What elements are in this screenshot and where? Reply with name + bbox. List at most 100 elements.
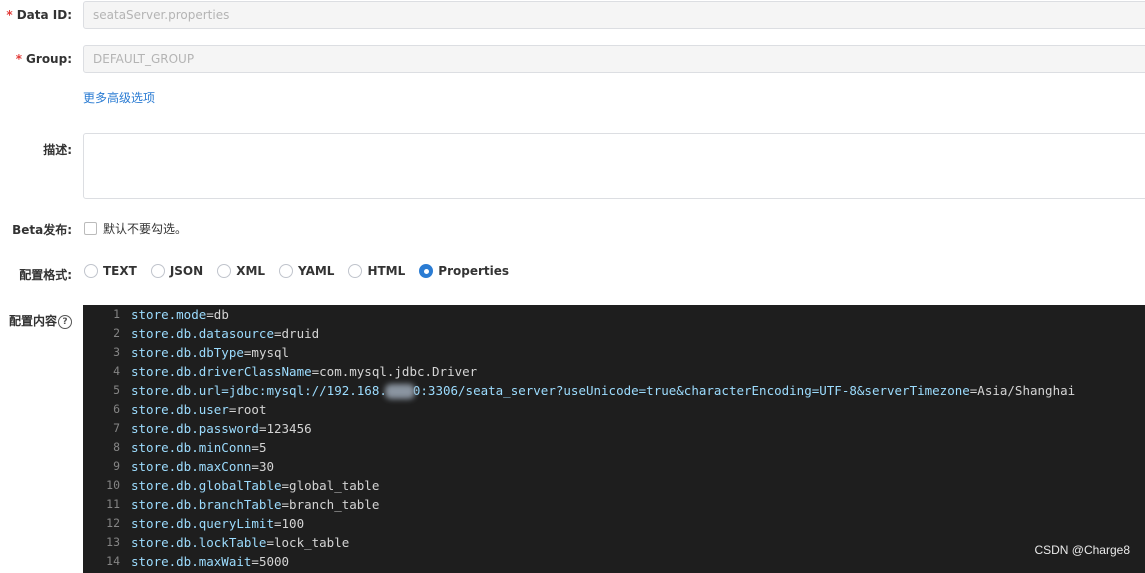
format-label: 配置格式: (19, 268, 72, 282)
radio-label: XML (236, 264, 266, 278)
beta-checkbox[interactable] (84, 222, 97, 235)
property-value: =30 (251, 459, 274, 474)
radio-button[interactable] (84, 264, 98, 278)
property-value: =100 (274, 516, 305, 531)
line-number: 11 (106, 497, 120, 511)
property-value: =5 (251, 440, 267, 455)
code-line: 7 store.db.password=123456 (83, 419, 1145, 438)
property-value: =lock_table (266, 535, 350, 550)
property-value: =mysql (243, 345, 290, 360)
line-number: 4 (113, 364, 120, 378)
code-line: 6 store.db.user=root (83, 400, 1145, 419)
line-number: 3 (113, 345, 120, 359)
code-editor[interactable]: 1 store.mode=db 2 store.db.datasource=druid… (83, 305, 1145, 573)
code-text: store.db.branchTable=branch_table (131, 495, 379, 514)
code-text: store.db.url=jdbc:mysql://192.168. 0:3306… (131, 381, 1075, 400)
radio-button[interactable] (279, 264, 294, 278)
property-value: =global_table (281, 478, 380, 493)
line-number: 8 (113, 440, 120, 454)
property-value: =db (206, 307, 229, 322)
property-value: =com.mysql.jdbc.Driver (311, 364, 478, 379)
line-number: 10 (106, 478, 120, 492)
radio-button[interactable] (217, 264, 232, 278)
code-text: store.db.driverClassName=com.mysql.jdbc.… (131, 362, 477, 381)
radio-label: JSON (169, 264, 204, 278)
property-value: =5000 (251, 554, 290, 569)
property-key: store.db.globalTable (131, 478, 282, 493)
line-number: 14 (106, 554, 120, 568)
data-id-label: * Data ID: (6, 8, 72, 22)
property-key: store.db.password (131, 421, 259, 436)
format-option-yaml[interactable]: YAML (279, 264, 334, 278)
beta-checkbox-row[interactable]: 默认不要勾选。 (84, 220, 187, 237)
code-text: store.db.globalTable=global_table (131, 476, 379, 495)
line-number: 5 (113, 383, 120, 397)
property-key-tail: 0:3306/seata_server?useUnicode=true&char… (412, 383, 970, 398)
code-text: store.db.minConn=5 (131, 438, 266, 457)
property-key: store.db.minConn (131, 440, 252, 455)
property-key: store.db.dbType (131, 345, 244, 360)
data-id-input[interactable]: seataServer.properties (83, 1, 1145, 29)
code-line: 11 store.db.branchTable=branch_table (83, 495, 1145, 514)
code-text: store.db.maxConn=30 (131, 457, 274, 476)
property-key: store.db.user (131, 402, 229, 417)
radio-label: TEXT (103, 264, 137, 278)
line-number: 6 (113, 402, 120, 416)
format-option-text[interactable]: TEXT (84, 264, 137, 278)
redacted-blur (384, 384, 415, 399)
property-value: =123456 (258, 421, 312, 436)
beta-checkbox-text: 默认不要勾选。 (103, 222, 188, 236)
property-key: store.db.driverClassName (131, 364, 312, 379)
code-line: 9 store.db.maxConn=30 (83, 457, 1145, 476)
property-key: store.db.url=jdbc:mysql://192.168. (131, 383, 387, 398)
code-text: store.db.dbType=mysql (131, 343, 289, 362)
format-option-json[interactable]: JSON (150, 264, 204, 278)
radio-button[interactable] (348, 264, 363, 278)
format-option-properties[interactable]: Properties (419, 264, 509, 278)
format-option-html[interactable]: HTML (348, 264, 405, 278)
content-label: 配置内容? (0, 312, 72, 329)
required-marker: * (15, 52, 23, 66)
property-value: =druid (274, 326, 320, 341)
property-value: =Asia/Shanghai (969, 383, 1076, 398)
property-key: store.db.branchTable (131, 497, 282, 512)
property-key: store.mode (131, 307, 207, 322)
code-line: 14 store.db.maxWait=5000 (83, 552, 1145, 571)
code-text: store.db.queryLimit=100 (131, 514, 304, 533)
code-text: store.db.user=root (131, 400, 266, 419)
code-line: 5 store.db.url=jdbc:mysql://192.168. 0:330… (83, 381, 1145, 400)
code-lines: 1 store.mode=db 2 store.db.datasource=druid… (83, 305, 1145, 571)
code-line: 8 store.db.minConn=5 (83, 438, 1145, 457)
line-number: 2 (113, 326, 120, 340)
radio-label: YAML (298, 264, 335, 278)
code-text: store.mode=db (131, 305, 229, 324)
more-advanced-options-link[interactable]: 更多高级选项 (83, 89, 155, 106)
code-text: store.db.lockTable=lock_table (131, 533, 349, 552)
radio-button-selected[interactable] (419, 264, 434, 278)
radio-label: HTML (367, 264, 406, 278)
property-value: =root (228, 402, 267, 417)
property-key: store.db.lockTable (131, 535, 267, 550)
watermark: CSDN @Charge8 (1034, 543, 1130, 557)
property-key: store.db.datasource (131, 326, 274, 341)
radio-button[interactable] (150, 264, 165, 278)
required-marker: * (6, 8, 13, 22)
help-icon[interactable]: ? (58, 314, 72, 329)
property-key: store.db.maxWait (131, 554, 252, 569)
code-line: 1 store.mode=db (83, 305, 1145, 324)
code-line: 2 store.db.datasource=druid (83, 324, 1145, 343)
description-label: 描述: (43, 143, 72, 157)
format-option-xml[interactable]: XML (217, 264, 265, 278)
line-number: 1 (113, 307, 120, 321)
line-number: 7 (113, 421, 120, 435)
format-radio-group: TEXT JSON XML YAML HTML Properties (84, 264, 523, 278)
description-textarea[interactable] (83, 133, 1145, 199)
property-key: store.db.queryLimit (131, 516, 274, 531)
code-line: 4 store.db.driverClassName=com.mysql.jdbc… (83, 362, 1145, 381)
group-input[interactable]: DEFAULT_GROUP (83, 45, 1145, 73)
line-number: 9 (113, 459, 120, 473)
property-key: store.db.maxConn (131, 459, 252, 474)
beta-label: Beta发布: (12, 223, 72, 237)
code-text: store.db.maxWait=5000 (131, 552, 289, 571)
line-number: 12 (106, 516, 120, 530)
